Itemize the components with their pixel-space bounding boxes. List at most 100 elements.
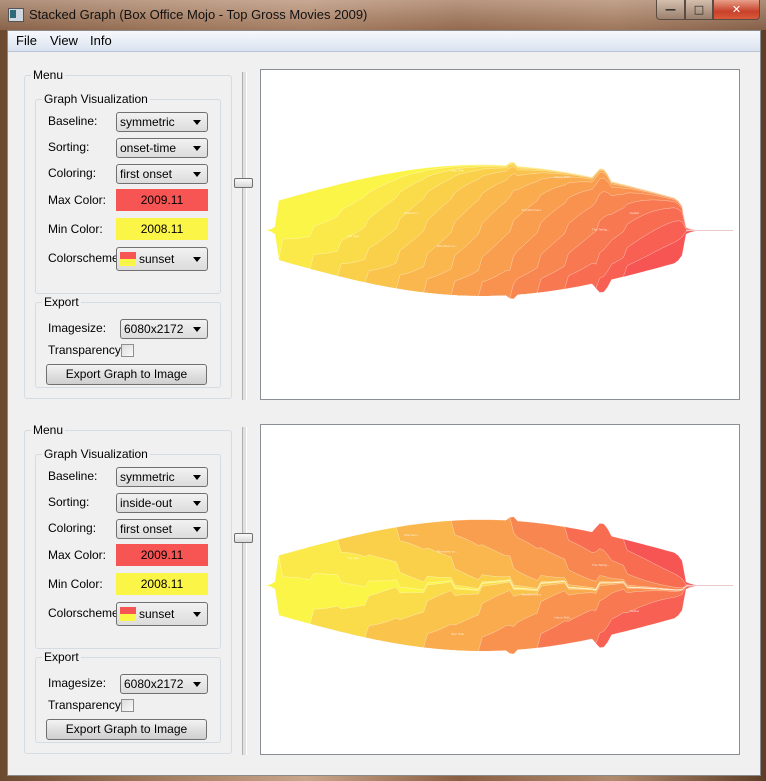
export-group: Export Imagesize: 6080x2172 Transparency… [35, 650, 221, 743]
coloring-select[interactable]: first onset [116, 164, 208, 184]
min-color-picker[interactable]: 2008.11 [116, 573, 208, 595]
export-group: Export Imagesize: 6080x2172 Transparency… [35, 295, 221, 388]
coloring-value: first onset [120, 522, 173, 536]
stream-label: Monsters vs... [437, 550, 458, 554]
graph-visualization-group: Graph Visualization Baseline: symmetric … [35, 447, 221, 649]
imagesize-label: Imagesize: [48, 676, 107, 690]
graph-visualization-group: Graph Visualization Baseline: symmetric … [35, 92, 221, 294]
min-color-label: Min Color: [48, 577, 103, 591]
stream-label: Monsters vs... [437, 244, 458, 248]
maximize-button[interactable]: □ [685, 0, 713, 20]
minimize-icon: — [665, 3, 676, 16]
min-color-picker[interactable]: 2008.11 [116, 218, 208, 240]
min-color-label: Min Color: [48, 222, 103, 236]
stream-label: Ice Age [348, 556, 359, 560]
baseline-select[interactable]: symmetric [116, 467, 208, 487]
imagesize-select[interactable]: 6080x2172 [120, 319, 208, 339]
colorscheme-value: sunset [139, 607, 175, 621]
graph-visualization-title: Graph Visualization [42, 447, 150, 461]
stream-label: Ice Age [348, 234, 359, 238]
export-graph-button[interactable]: Export Graph to Image [46, 364, 207, 385]
imagesize-label: Imagesize: [48, 321, 107, 335]
baseline-label: Baseline: [48, 114, 98, 128]
sorting-select[interactable]: inside-out [116, 493, 208, 513]
colorscheme-select[interactable]: sunset [116, 247, 208, 271]
colorscheme-label: Colorscheme: [48, 251, 123, 265]
baseline-select[interactable]: symmetric [116, 112, 208, 132]
chevron-down-icon [193, 257, 201, 262]
stream-label: Up [498, 500, 502, 504]
stream-label: Sherlock... [404, 533, 420, 537]
chevron-down-icon [193, 682, 201, 687]
zoom-slider-handle[interactable] [234, 177, 253, 188]
export-graph-button[interactable]: Export Graph to Image [46, 719, 207, 740]
baseline-label: Baseline: [48, 469, 98, 483]
imagesize-value: 6080x2172 [124, 677, 184, 691]
chevron-down-icon [193, 327, 201, 332]
maximize-icon: □ [693, 3, 705, 16]
app-window: Stacked Graph (Box Office Mojo - Top Gro… [0, 0, 766, 781]
graph-visualization-title: Graph Visualization [42, 92, 150, 106]
chevron-down-icon [193, 146, 201, 151]
title-bar[interactable]: Stacked Graph (Box Office Mojo - Top Gro… [0, 0, 766, 30]
coloring-value: first onset [120, 167, 173, 181]
max-color-picker[interactable]: 2009.11 [116, 189, 208, 211]
stream-label: Star Trek [451, 632, 465, 636]
transparency-label: Transparency: [48, 698, 125, 712]
stream-label: Avatar [630, 609, 641, 613]
chevron-down-icon [193, 120, 201, 125]
zoom-slider-track[interactable] [242, 72, 247, 400]
coloring-label: Coloring: [48, 521, 97, 535]
window-title: Stacked Graph (Box Office Mojo - Top Gro… [29, 7, 368, 22]
stream-graph-canvas[interactable]: Up Harry Pott... Transformers The Twilig...… [260, 424, 740, 755]
sorting-select[interactable]: onset-time [116, 138, 208, 158]
imagesize-select[interactable]: 6080x2172 [120, 674, 208, 694]
app-icon [8, 8, 24, 22]
sorting-label: Sorting: [48, 140, 90, 154]
menu-group: Menu Graph Visualization Baseline: symme… [24, 68, 232, 399]
export-title: Export [42, 650, 81, 664]
colorscheme-swatch-icon [120, 252, 136, 266]
stream-label: 2012 [601, 665, 609, 669]
stream-label: Up [498, 155, 502, 159]
chevron-down-icon [193, 172, 201, 177]
colorscheme-swatch-icon [120, 607, 136, 621]
transparency-checkbox[interactable] [121, 344, 134, 357]
stream-label: Transformers [521, 592, 542, 596]
close-icon: ✕ [731, 3, 742, 16]
coloring-label: Coloring: [48, 166, 97, 180]
chevron-down-icon [193, 475, 201, 480]
baseline-value: symmetric [120, 470, 175, 484]
stream-graph: Up Harry Pott... Transformers The Twilig...… [262, 500, 733, 669]
transparency-label: Transparency: [48, 343, 125, 357]
stream-graph: Up Harry Pott... Transformers The Twilig...… [262, 155, 733, 300]
stream-label: The Twilig... [591, 228, 610, 232]
stream-label: Harry Pott... [554, 175, 572, 179]
stream-label: The Twilig... [591, 563, 610, 567]
max-color-label: Max Color: [48, 548, 107, 562]
menu-group-title: Menu [31, 68, 66, 82]
export-title: Export [42, 295, 81, 309]
client-area: File View Info Menu Graph Visualization … [7, 30, 761, 776]
colorscheme-label: Colorscheme: [48, 606, 123, 620]
zoom-slider-track[interactable] [242, 427, 247, 755]
chevron-down-icon [193, 501, 201, 506]
graph-panel-1: Menu Graph Visualization Baseline: symme… [8, 31, 760, 400]
stream-label: Transformers [521, 208, 542, 212]
stream-label: Avatar [630, 211, 641, 215]
sorting-value: onset-time [120, 141, 177, 155]
colorscheme-select[interactable]: sunset [116, 602, 208, 626]
close-button[interactable]: ✕ [713, 0, 760, 20]
colorscheme-value: sunset [139, 252, 175, 266]
sorting-label: Sorting: [48, 495, 90, 509]
coloring-select[interactable]: first onset [116, 519, 208, 539]
chevron-down-icon [193, 612, 201, 617]
minimize-button[interactable]: — [656, 0, 685, 20]
stream-graph-canvas[interactable]: Up Harry Pott... Transformers The Twilig...… [260, 69, 740, 400]
zoom-slider-handle[interactable] [234, 532, 253, 543]
stream-label: Sherlock... [404, 211, 420, 215]
transparency-checkbox[interactable] [121, 699, 134, 712]
menu-group-title: Menu [31, 423, 66, 437]
menu-group: Menu Graph Visualization Baseline: symme… [24, 423, 232, 754]
max-color-picker[interactable]: 2009.11 [116, 544, 208, 566]
